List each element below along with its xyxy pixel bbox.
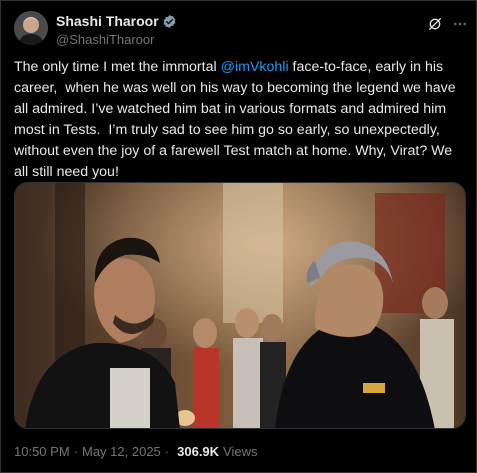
- tweet-text: The only time I met the immortal @imVkoh…: [14, 57, 466, 183]
- verified-badge-icon: [162, 14, 177, 29]
- tweet-date[interactable]: May 12, 2025: [82, 444, 161, 459]
- mention-link[interactable]: @imVkohli: [221, 59, 289, 75]
- author-names: Shashi Tharoor @ShashiTharoor: [56, 12, 177, 47]
- author-handle[interactable]: @ShashiTharoor: [56, 32, 177, 47]
- tweet-card: Shashi Tharoor @ShashiTharoor The only t…: [0, 0, 477, 473]
- meta-separator: ·: [73, 444, 78, 459]
- tweet-meta: 10:50 PM · May 12, 2025 · 306.9K Views: [14, 444, 258, 459]
- tweet-text-after: face-to-face, early in his career, when …: [14, 59, 460, 180]
- meta-separator-2: ·: [164, 444, 170, 459]
- views-count[interactable]: 306.9K: [177, 444, 219, 459]
- tweet-header: Shashi Tharoor @ShashiTharoor: [14, 11, 466, 51]
- avatar[interactable]: [14, 11, 48, 45]
- author-display-name[interactable]: Shashi Tharoor: [56, 13, 159, 29]
- grok-icon[interactable]: [426, 15, 444, 33]
- more-icon[interactable]: [451, 15, 469, 33]
- tweet-time[interactable]: 10:50 PM: [14, 444, 70, 459]
- tweet-text-before: The only time I met the immortal: [14, 59, 221, 75]
- tweet-photo[interactable]: [14, 182, 466, 429]
- views-label: Views: [223, 444, 258, 459]
